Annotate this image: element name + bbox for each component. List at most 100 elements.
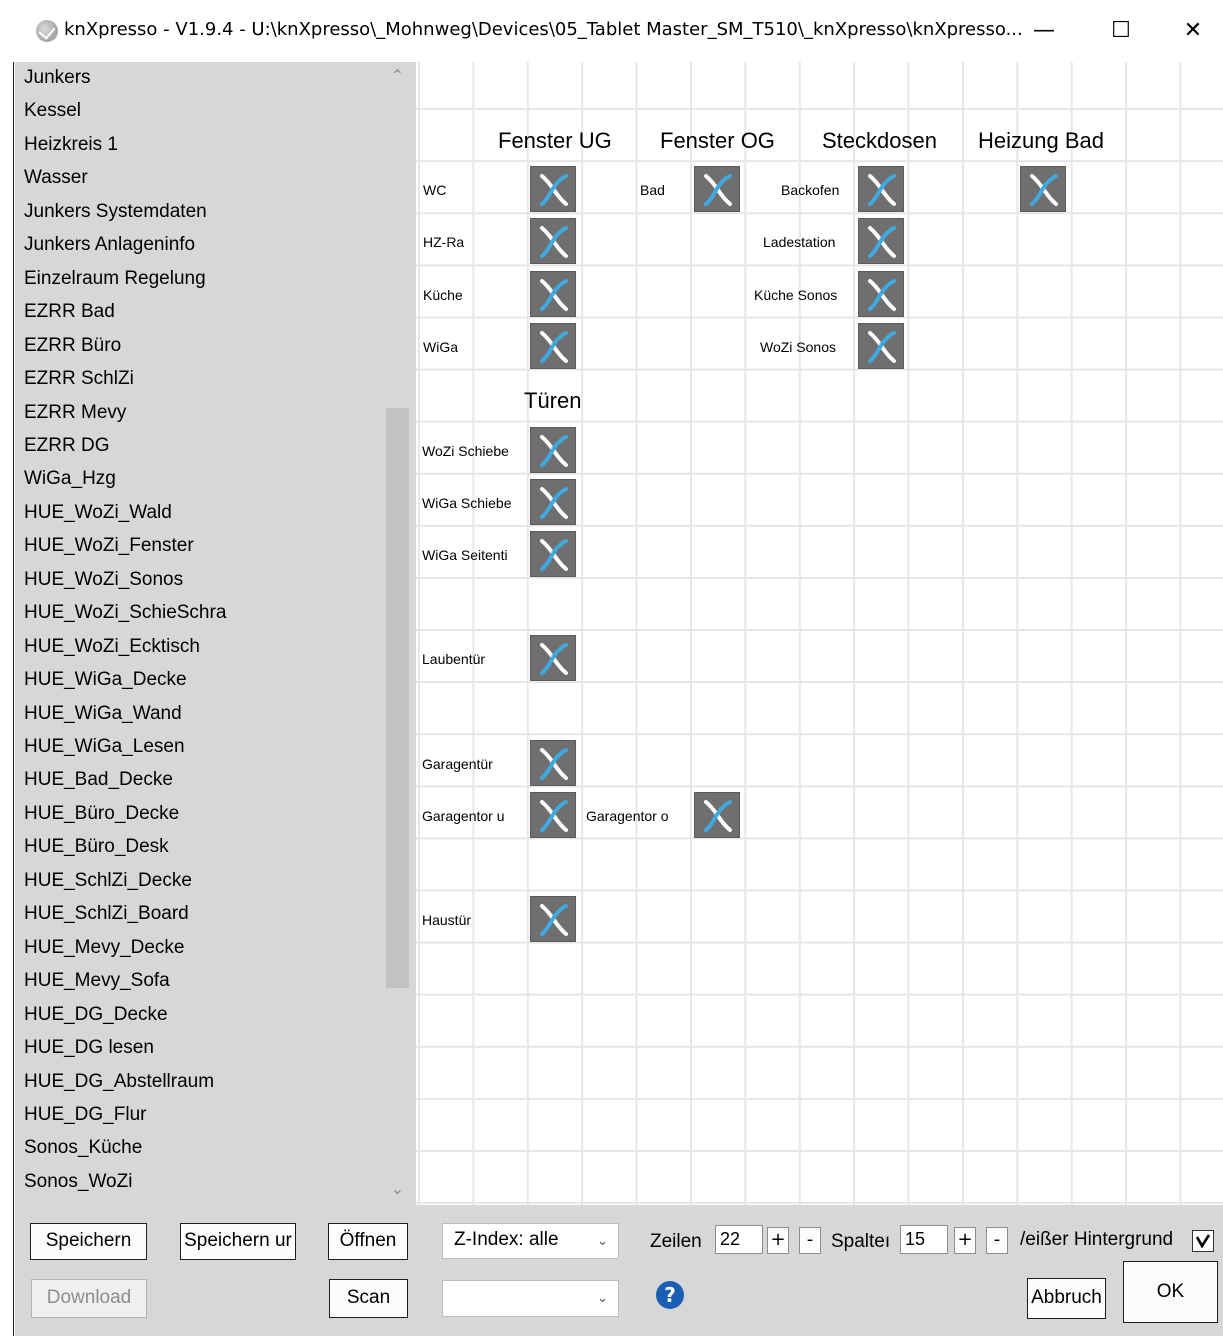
save-as-button[interactable]: Speichern ur bbox=[180, 1223, 296, 1260]
device-list-item[interactable]: Junkers Systemdaten bbox=[24, 201, 207, 223]
columns-input[interactable]: 15 bbox=[900, 1225, 948, 1254]
scan-button[interactable]: Scan bbox=[329, 1279, 408, 1318]
device-list-item[interactable]: Sonos_Küche bbox=[24, 1137, 142, 1159]
device-list-item[interactable]: Sonos_WoZi bbox=[24, 1171, 132, 1193]
heading-tueren: Türen bbox=[524, 388, 582, 413]
device-list-item[interactable]: HUE_DG_Abstellraum bbox=[24, 1071, 214, 1093]
tile-icon-backofen[interactable] bbox=[858, 166, 904, 212]
device-list-item[interactable]: HUE_Mevy_Sofa bbox=[24, 970, 170, 992]
device-list-item[interactable]: HUE_SchlZi_Board bbox=[24, 903, 189, 925]
device-list-item[interactable]: HUE_WoZi_SchieSchra bbox=[24, 602, 226, 624]
rows-increment-button[interactable]: + bbox=[767, 1227, 789, 1254]
device-list-item[interactable]: HUE_WoZi_Fenster bbox=[24, 535, 194, 557]
title-bar[interactable]: knXpresso - V1.9.4 - U:\knXpresso\_Mohnw… bbox=[0, 0, 1223, 62]
rows-decrement-button[interactable]: - bbox=[799, 1227, 821, 1254]
tile-label-backofen: Backofen bbox=[781, 182, 840, 198]
close-button[interactable]: ✕ bbox=[1170, 12, 1216, 50]
tile-label-wiga-seitentuer: WiGa Seitenti bbox=[422, 547, 508, 563]
device-list-item[interactable]: Junkers bbox=[24, 67, 91, 89]
tile-icon-garagentor-ug[interactable] bbox=[530, 792, 576, 838]
rows-input[interactable]: 22 bbox=[715, 1225, 763, 1254]
tile-label-wozi-sonos: WoZi Sonos bbox=[760, 339, 836, 355]
device-list-item[interactable]: HUE_Büro_Decke bbox=[24, 803, 179, 825]
device-list-item[interactable]: HUE_WoZi_Sonos bbox=[24, 569, 183, 591]
device-list-item[interactable]: HUE_DG lesen bbox=[24, 1037, 154, 1059]
cancel-button[interactable]: Abbruch bbox=[1027, 1278, 1106, 1319]
tile-label-ladestation: Ladestation bbox=[763, 234, 836, 250]
scroll-up-icon[interactable]: ⌃ bbox=[383, 66, 412, 86]
device-list-item[interactable]: EZRR Mevy bbox=[24, 402, 126, 424]
device-list-scrollbar[interactable]: ⌃ ⌄ bbox=[383, 62, 412, 1205]
device-list-item[interactable]: Wasser bbox=[24, 167, 88, 189]
device-list[interactable]: Junkers Kessel Heizkreis 1 Wasser Junkers Sy… bbox=[15, 62, 383, 1205]
device-list-item[interactable]: Kessel bbox=[24, 100, 81, 122]
device-list-item[interactable]: HUE_SchlZi_Decke bbox=[24, 870, 192, 892]
z-index-select[interactable]: Z-Index: alle ⌄ bbox=[442, 1223, 619, 1259]
device-list-item[interactable]: HUE_Büro_Desk bbox=[24, 836, 169, 858]
layout-grid[interactable]: Fenster UG Fenster OG Steckdosen Heizung… bbox=[416, 62, 1223, 1205]
device-list-item[interactable]: HUE_DG_Flur bbox=[24, 1104, 146, 1126]
device-list-item[interactable]: EZRR SchlZi bbox=[24, 368, 134, 390]
tile-label-wiga: WiGa bbox=[423, 339, 458, 355]
z-index-select-value: Z-Index: alle bbox=[454, 1229, 559, 1250]
tile-label-bad: Bad bbox=[640, 182, 665, 198]
scroll-down-icon[interactable]: ⌄ bbox=[383, 1179, 412, 1199]
tile-icon-ladestation[interactable] bbox=[858, 218, 904, 264]
device-list-item[interactable]: Junkers Anlageninfo bbox=[24, 234, 195, 256]
tile-icon-wiga-schiebe[interactable] bbox=[530, 479, 576, 525]
bottom-toolbar: Speichern Speichern ur Öffnen Z-Index: a… bbox=[15, 1205, 1223, 1336]
white-background-checkbox[interactable] bbox=[1192, 1230, 1214, 1252]
tile-icon-kueche-sonos[interactable] bbox=[858, 271, 904, 317]
device-list-item[interactable]: HUE_WiGa_Wand bbox=[24, 703, 182, 725]
maximize-button[interactable]: ☐ bbox=[1098, 12, 1144, 50]
tile-label-haustuer: Haustür bbox=[422, 912, 472, 928]
device-list-item[interactable]: EZRR DG bbox=[24, 435, 110, 457]
device-list-item[interactable]: HUE_Mevy_Decke bbox=[24, 937, 185, 959]
white-background-label: /eißer Hintergrund bbox=[1020, 1229, 1174, 1250]
heading-steckdosen: Steckdosen bbox=[822, 128, 937, 153]
device-list-item[interactable]: Einzelraum Regelung bbox=[24, 268, 206, 290]
tile-label-wiga-schiebe: WiGa Schiebe bbox=[422, 495, 512, 511]
tile-icon-wozi-schiebe[interactable] bbox=[530, 427, 576, 473]
tile-icon-garagentor-og[interactable] bbox=[694, 792, 740, 838]
tile-icon-wiga-seitentuer[interactable] bbox=[530, 531, 576, 577]
tile-icon-laubentuer[interactable] bbox=[530, 635, 576, 681]
device-list-item[interactable]: HUE_WoZi_Ecktisch bbox=[24, 636, 200, 658]
device-list-item[interactable]: HUE_DG_Decke bbox=[24, 1004, 168, 1026]
columns-increment-button[interactable]: + bbox=[954, 1227, 976, 1254]
save-button[interactable]: Speichern bbox=[30, 1223, 147, 1260]
tile-icon-heizung-bad[interactable] bbox=[1020, 166, 1066, 212]
ok-button[interactable]: OK bbox=[1123, 1261, 1218, 1323]
device-list-item[interactable]: HUE_WiGa_Lesen bbox=[24, 736, 185, 758]
tile-label-garagentor-ug: Garagentor u bbox=[422, 808, 505, 824]
tile-icon-kueche[interactable] bbox=[530, 271, 576, 317]
device-list-item[interactable]: WiGa_Hzg bbox=[24, 468, 116, 490]
heading-heizung-bad: Heizung Bad bbox=[978, 128, 1104, 153]
tile-label-garagentuer: Garagentür bbox=[422, 756, 493, 772]
tile-icon-haustuer[interactable] bbox=[530, 896, 576, 942]
tile-label-laubentuer: Laubentür bbox=[422, 651, 486, 667]
device-list-item[interactable]: EZRR Büro bbox=[24, 335, 121, 357]
help-icon[interactable]: ? bbox=[656, 1281, 684, 1309]
device-list-item[interactable]: Heizkreis 1 bbox=[24, 134, 118, 156]
tile-icon-wozi-sonos[interactable] bbox=[858, 323, 904, 369]
device-list-item[interactable]: HUE_Bad_Decke bbox=[24, 769, 173, 791]
secondary-select[interactable]: ⌄ bbox=[442, 1280, 619, 1317]
scroll-thumb[interactable] bbox=[386, 408, 409, 988]
tile-label-hz-raum: HZ-Ra bbox=[423, 234, 465, 250]
tile-icon-bad[interactable] bbox=[694, 166, 740, 212]
columns-decrement-button[interactable]: - bbox=[986, 1227, 1008, 1254]
minimize-button[interactable]: — bbox=[1021, 12, 1067, 50]
window-title: knXpresso - V1.9.4 - U:\knXpresso\_Mohnw… bbox=[64, 19, 1023, 40]
device-list-item[interactable]: EZRR Bad bbox=[24, 301, 115, 323]
tile-icon-hz-raum[interactable] bbox=[530, 218, 576, 264]
heading-fenster-og: Fenster OG bbox=[660, 128, 775, 153]
chevron-down-icon: ⌄ bbox=[597, 1233, 608, 1248]
download-button[interactable]: Download bbox=[31, 1279, 147, 1318]
tile-icon-garagentuer[interactable] bbox=[530, 740, 576, 786]
tile-icon-wc[interactable] bbox=[530, 166, 576, 212]
tile-icon-wiga[interactable] bbox=[530, 323, 576, 369]
device-list-item[interactable]: HUE_WiGa_Decke bbox=[24, 669, 187, 691]
device-list-item[interactable]: HUE_WoZi_Wald bbox=[24, 502, 172, 524]
open-button[interactable]: Öffnen bbox=[328, 1223, 408, 1260]
